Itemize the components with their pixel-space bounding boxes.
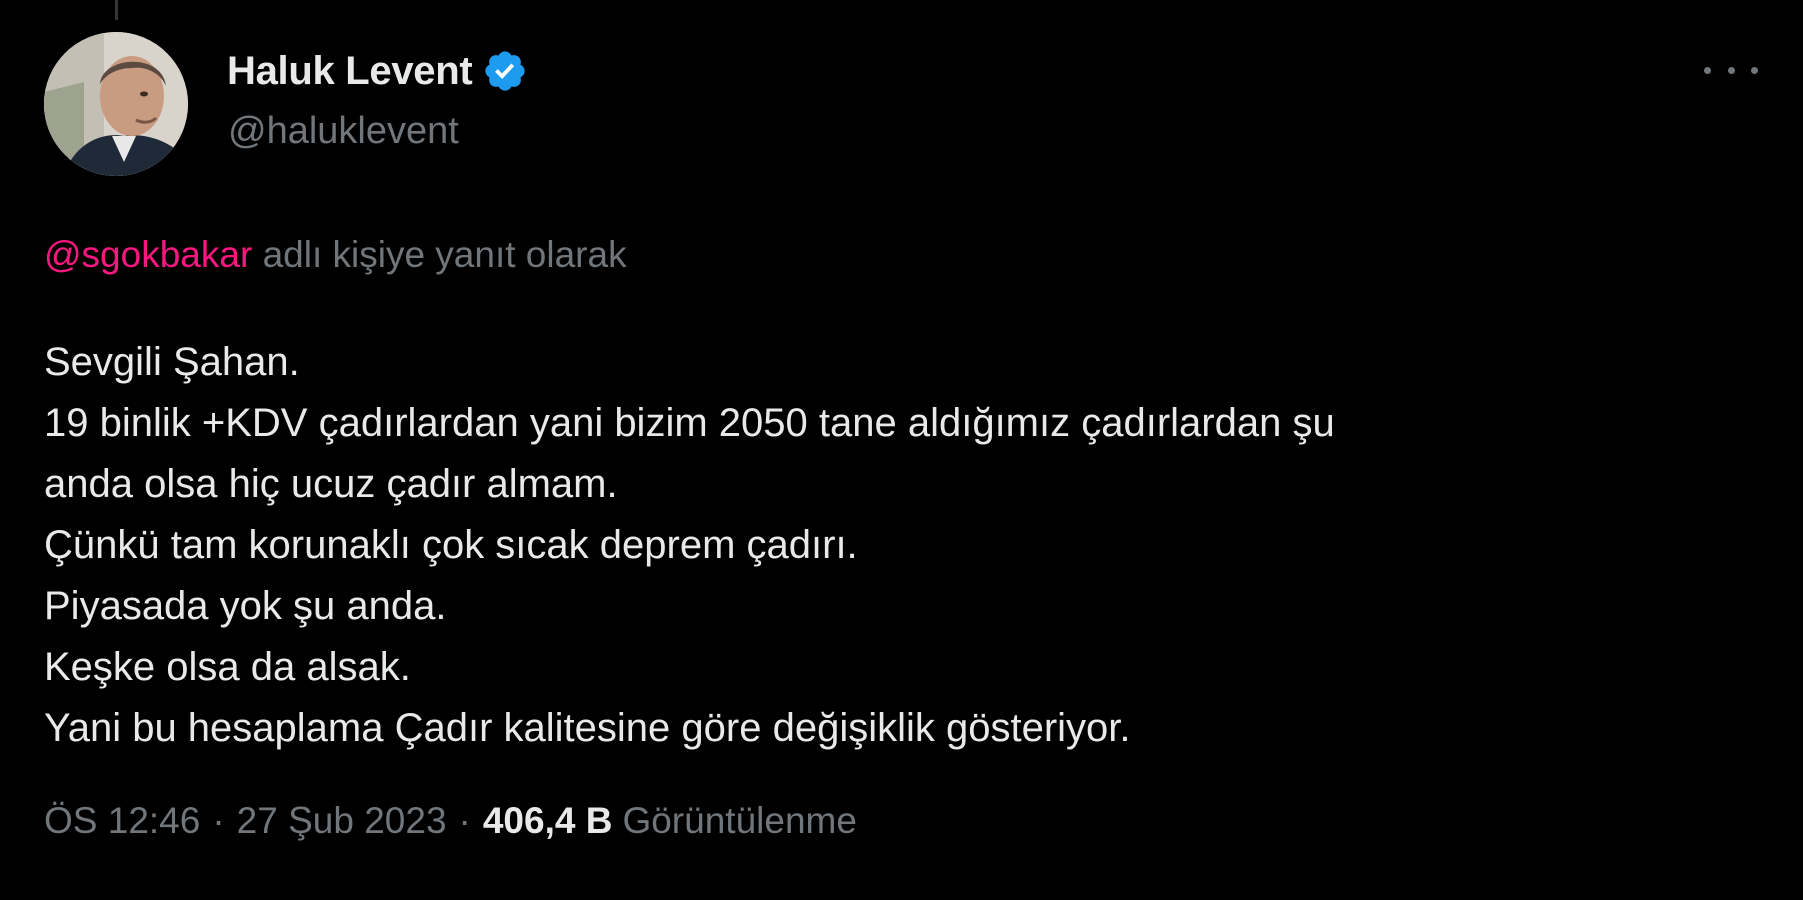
tweet-date[interactable]: 27 Şub 2023: [237, 800, 447, 842]
more-options-icon[interactable]: [1704, 56, 1758, 84]
tweet-text-line: Çünkü tam korunaklı çok sıcak deprem çad…: [44, 523, 858, 567]
tweet-text-line: Sevgili Şahan.: [44, 340, 300, 384]
avatar-image: [44, 32, 188, 176]
author-name-row[interactable]: Haluk Levent: [227, 46, 528, 96]
author-handle[interactable]: @haluklevent: [228, 110, 459, 153]
tweet-text-line: Piyasada yok şu anda.: [44, 584, 447, 628]
meta-separator: ·: [212, 800, 225, 841]
tweet-text-line: 19 binlik +KDV çadırlardan yani bizim 20…: [44, 401, 1335, 445]
tweet-text-line: Keşke olsa da alsak.: [44, 645, 411, 689]
author-display-name[interactable]: Haluk Levent: [227, 49, 473, 94]
reply-context: @sgokbakar adlı kişiye yanıt olarak: [44, 234, 627, 276]
tweet-time[interactable]: ÖS 12:46: [44, 800, 200, 842]
reply-mention-link[interactable]: @sgokbakar: [44, 234, 252, 275]
meta-separator: ·: [458, 800, 471, 841]
view-count-label: Görüntülenme: [622, 800, 857, 841]
tweet-meta: ÖS 12:46 · 27 Şub 2023 · 406,4 B Görüntü…: [44, 800, 857, 842]
more-dot: [1751, 66, 1758, 74]
avatar[interactable]: [44, 32, 188, 176]
tweet-text-line: anda olsa hiç ucuz çadır almam.: [44, 462, 618, 506]
more-dot: [1704, 66, 1711, 74]
tweet-text: Sevgili Şahan. 19 binlik +KDV çadırlarda…: [44, 332, 1764, 759]
verified-badge-icon[interactable]: [482, 48, 528, 94]
thread-connector-line: [115, 0, 118, 20]
more-dot: [1727, 66, 1735, 74]
view-count[interactable]: 406,4 B: [483, 800, 613, 842]
tweet-text-line: Yani bu hesaplama Çadır kalitesine göre …: [44, 706, 1131, 750]
reply-context-label: adlı kişiye yanıt olarak: [262, 234, 627, 275]
